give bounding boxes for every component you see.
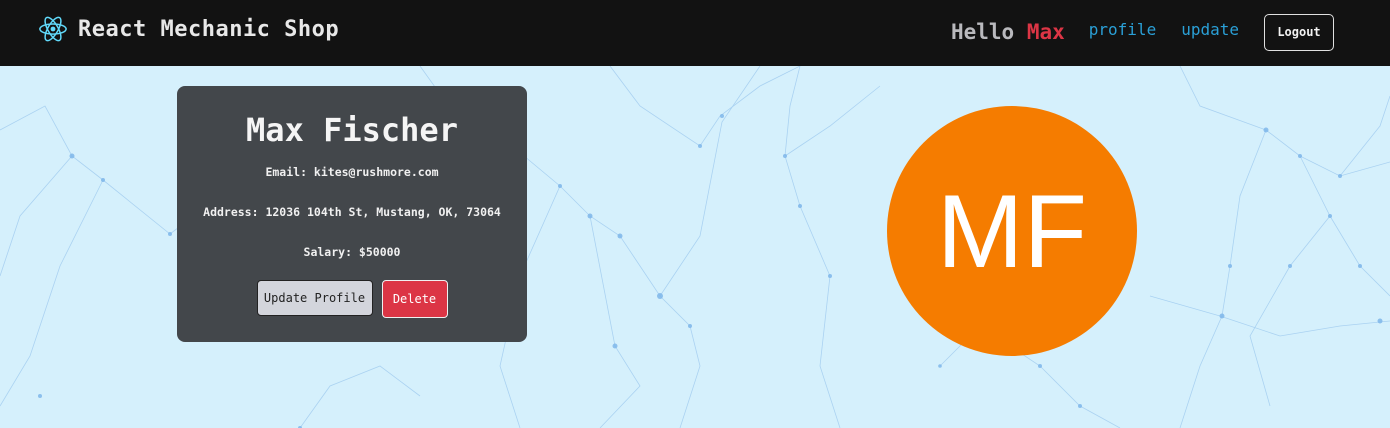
nav-link-profile[interactable]: profile [1089, 20, 1156, 39]
profile-salary: Salary: $50000 [303, 245, 401, 259]
nav-link-update[interactable]: update [1181, 20, 1239, 39]
user-greeting: Hello Max [951, 20, 1065, 44]
update-profile-button[interactable]: Update Profile [256, 280, 373, 316]
greeting-prefix: Hello [950, 20, 1015, 44]
brand-link[interactable]: React Mechanic Shop [38, 14, 339, 44]
logout-button[interactable]: Logout [1264, 13, 1334, 51]
profile-card: Max Fischer Email: kites@rushmore.com Ad… [177, 86, 527, 342]
react-atom-icon [39, 16, 67, 42]
brand-title: React Mechanic Shop [78, 16, 340, 42]
profile-actions: Update Profile Delete [177, 280, 527, 318]
nav-right-group: Hello Max profile update Logout [951, 13, 1334, 51]
delete-button[interactable]: Delete [381, 280, 448, 318]
avatar: MF [887, 106, 1137, 356]
profile-address: Address: 12036 104th St, Mustang, OK, 73… [203, 205, 501, 219]
avatar-initials: MF [936, 174, 1088, 290]
top-navbar: React Mechanic Shop Hello Max profile up… [0, 0, 1390, 66]
profile-email: Email: kites@rushmore.com [265, 165, 439, 179]
greeting-username: Max [1026, 20, 1065, 44]
profile-name: Max Fischer [246, 111, 458, 149]
